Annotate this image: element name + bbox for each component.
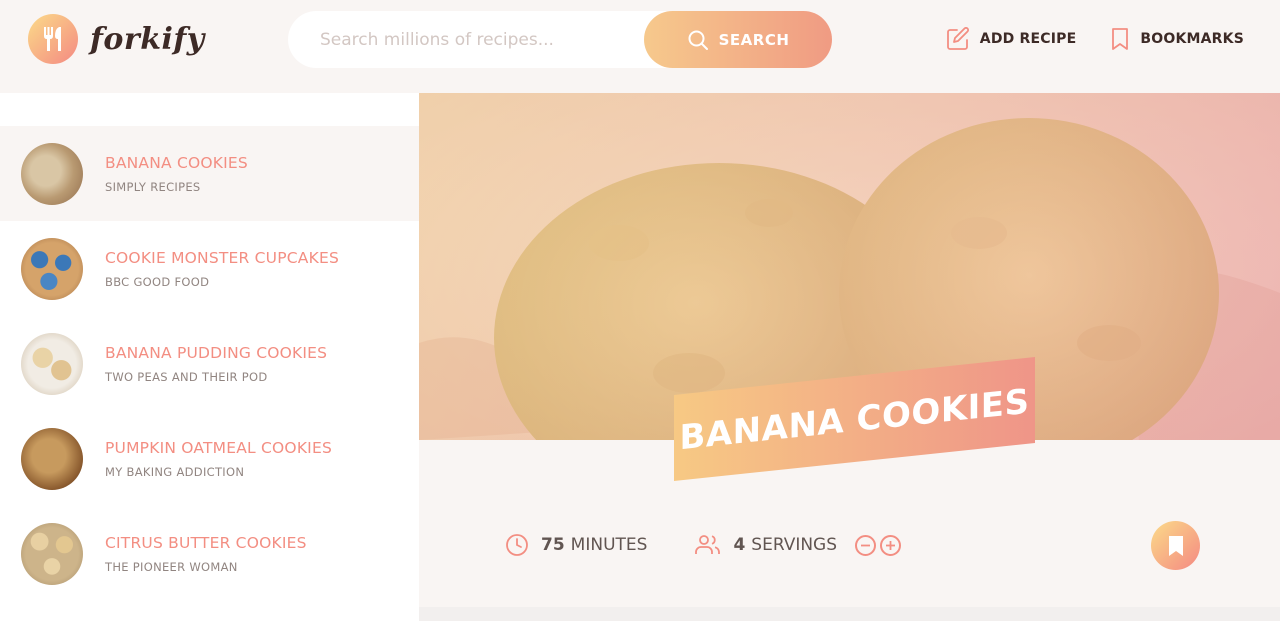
result-item[interactable]: Cookie Monster Cupcakes BBC Good Food [0,221,419,316]
recipe-thumbnail [21,522,83,585]
plus-icon [886,540,896,550]
search-button-label: SEARCH [718,30,790,49]
search-button[interactable]: SEARCH [644,11,832,68]
result-publisher: My Baking Addiction [105,464,245,479]
fork-knife-icon [28,14,78,64]
result-title: Cookie Monster Cupcakes [105,248,339,267]
cooking-time-unit: MINUTES [570,535,648,555]
result-title: Banana Cookies [105,153,248,172]
bookmark-icon [1112,28,1129,50]
recipe-title-text: Banana Cookies [679,381,1030,459]
logo[interactable]: forkify [28,14,205,64]
recipe-details: 75 MINUTES 4 SERVINGS [505,529,1205,561]
result-title: Citrus Butter Cookies [105,533,307,552]
result-item[interactable]: Citrus Butter Cookies The Pioneer Woman [0,506,419,601]
bookmark-recipe-button[interactable] [1151,521,1200,570]
search-icon [688,30,708,50]
search-input[interactable] [320,29,630,50]
ingredients-section [419,607,1280,621]
servings-value: 4 [733,535,746,555]
result-publisher: The Pioneer Woman [105,559,238,574]
bookmark-filled-icon [1168,535,1183,556]
result-title: Pumpkin Oatmeal Cookies [105,438,332,457]
result-title: Banana Pudding Cookies [105,343,328,362]
cooking-time-value: 75 [541,535,565,555]
result-list: Banana Cookies Simply Recipes Cookie Mon… [0,126,419,601]
recipe-thumbnail [21,332,83,395]
minus-icon [861,544,871,546]
servings-unit: SERVINGS [751,535,838,555]
increase-servings-button[interactable] [880,534,902,556]
cooking-time: 75 MINUTES [505,533,647,557]
users-icon [695,535,721,554]
recipe-view: Banana Cookies 75 MINUTES 4 SERVINGS [419,93,1280,621]
search-results: Banana Cookies Simply Recipes Cookie Mon… [0,93,419,621]
decrease-servings-button[interactable] [855,534,877,556]
clock-icon [506,534,528,556]
result-item[interactable]: Banana Cookies Simply Recipes [0,126,419,221]
result-item[interactable]: Pumpkin Oatmeal Cookies My Baking Addict… [0,411,419,506]
result-item[interactable]: Banana Pudding Cookies Two Peas and Thei… [0,316,419,411]
servings-controls [855,534,902,556]
bookmarks-button[interactable]: BOOKMARKS [1110,27,1244,51]
top-nav: ADD RECIPE BOOKMARKS [946,24,1244,54]
result-publisher: Simply Recipes [105,179,201,194]
recipe-thumbnail [21,142,83,205]
header: forkify SEARCH ADD RECIPE BOOKMARKS [0,0,1280,93]
result-publisher: BBC Good Food [105,274,210,289]
edit-icon [946,27,969,50]
add-recipe-button[interactable]: ADD RECIPE [946,27,1077,51]
add-recipe-label: ADD RECIPE [979,31,1077,47]
result-publisher: Two Peas and Their Pod [105,369,268,384]
bookmarks-label: BOOKMARKS [1140,31,1244,47]
servings: 4 SERVINGS [695,533,902,557]
logo-text: forkify [90,21,205,57]
recipe-thumbnail [21,427,83,490]
recipe-thumbnail [21,237,83,300]
search-form: SEARCH [288,11,832,68]
